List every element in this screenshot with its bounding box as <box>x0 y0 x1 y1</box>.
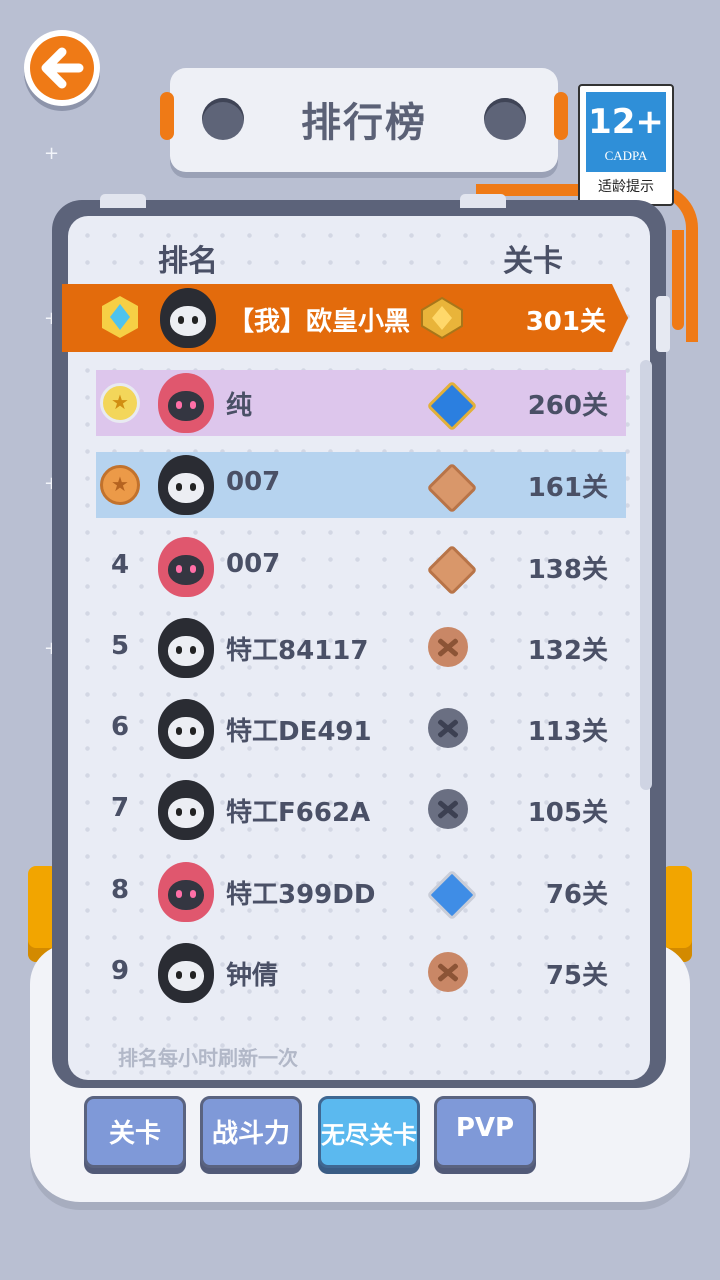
player-levels: 76关 <box>545 880 608 910</box>
tab-label: 无尽关卡 <box>321 1121 417 1149</box>
panel-side-knob <box>656 296 670 352</box>
iron-round-badge-icon <box>428 708 468 750</box>
bg-plus-icon: + <box>44 143 60 164</box>
age-rating-box: 12+ CADPA <box>586 92 666 172</box>
copper-round-badge-icon <box>428 627 468 669</box>
avatar <box>160 288 216 348</box>
my-levels: 301关 <box>525 307 606 337</box>
title-plate: 排行榜 <box>160 68 568 172</box>
frame-clip <box>100 194 146 208</box>
rank-row[interactable]: 8 特工399DD 76关 <box>96 859 626 925</box>
my-rank-icon <box>100 294 140 340</box>
player-name: 特工399DD <box>226 880 376 910</box>
tab-label: 关卡 <box>108 1119 161 1149</box>
avatar <box>158 618 214 678</box>
refresh-note: 排名每小时刷新一次 <box>118 1046 298 1070</box>
bronze-badge-icon <box>426 544 478 596</box>
age-rating-org: CADPA <box>604 148 648 163</box>
iron-round-badge-icon <box>428 789 468 831</box>
tab-pvp[interactable]: PVP <box>434 1096 536 1168</box>
rank-number: 4 <box>110 550 130 580</box>
player-levels: 105关 <box>527 798 608 828</box>
player-levels: 161关 <box>527 473 608 503</box>
player-name: 007 <box>226 549 281 579</box>
avatar <box>158 862 214 922</box>
rank-row[interactable]: ★ 纯 260关 <box>96 370 626 436</box>
back-arrow-icon <box>41 47 84 89</box>
column-header-level: 关卡 <box>503 244 563 279</box>
back-button[interactable] <box>24 30 100 106</box>
frame-clip <box>460 194 506 208</box>
avatar <box>158 699 214 759</box>
tab-levels[interactable]: 关卡 <box>84 1096 186 1168</box>
sapphire-badge-icon <box>426 380 478 432</box>
player-levels: 113关 <box>527 717 608 747</box>
rank-number: 5 <box>110 631 130 661</box>
player-name: 纯 <box>226 391 253 421</box>
my-rank-row[interactable]: 【我】欧皇小黑 301关 <box>62 284 628 352</box>
rank-row[interactable]: 4 007 138关 <box>96 534 626 600</box>
bronze-medal-icon: ★ <box>100 465 140 505</box>
tab-endless[interactable]: 无尽关卡 <box>318 1096 420 1168</box>
list-scrollbar[interactable] <box>640 360 652 790</box>
player-levels: 138关 <box>527 555 608 585</box>
age-rating-tip: 适龄提示 <box>598 179 654 195</box>
gold-medal-icon: ★ <box>100 383 140 423</box>
silver-sapphire-badge-icon <box>426 869 478 921</box>
age-rating-number: 12+ <box>588 102 664 142</box>
pipe-decoration <box>672 230 684 330</box>
player-name: 特工F662A <box>226 798 371 828</box>
avatar <box>158 373 214 433</box>
player-levels: 75关 <box>545 961 608 991</box>
gold-rank-badge-icon <box>420 296 464 340</box>
tab-power[interactable]: 战斗力 <box>200 1096 302 1168</box>
rank-row[interactable]: 5 特工84117 132关 <box>96 615 626 681</box>
player-name: 007 <box>226 467 281 497</box>
tab-label: PVP <box>455 1113 515 1143</box>
avatar <box>158 943 214 1003</box>
avatar <box>158 780 214 840</box>
rank-row[interactable]: 6 特工DE491 113关 <box>96 696 626 762</box>
player-name: 特工84117 <box>226 636 369 666</box>
my-name: 【我】欧皇小黑 <box>228 307 411 337</box>
rank-row[interactable]: ★ 007 161关 <box>96 452 626 518</box>
rank-number: 8 <box>110 875 130 905</box>
tab-label: 战斗力 <box>211 1119 290 1149</box>
player-name: 特工DE491 <box>226 717 372 747</box>
rank-number: 6 <box>110 712 130 742</box>
avatar <box>158 455 214 515</box>
rank-row[interactable]: 9 钟倩 75关 <box>96 940 626 1006</box>
rank-number: 9 <box>110 956 130 986</box>
player-name: 钟倩 <box>226 961 279 991</box>
column-header-rank: 排名 <box>158 244 218 279</box>
age-rating-badge[interactable]: 12+ CADPA 适龄提示 <box>578 84 674 206</box>
page-title: 排行榜 <box>301 100 427 146</box>
rank-row[interactable]: 7 特工F662A 105关 <box>96 777 626 843</box>
player-levels: 260关 <box>527 391 608 421</box>
copper-round-badge-icon <box>428 952 468 994</box>
avatar <box>158 537 214 597</box>
player-levels: 132关 <box>527 636 608 666</box>
rank-number: 7 <box>110 793 130 823</box>
bronze-badge-icon <box>426 462 478 514</box>
